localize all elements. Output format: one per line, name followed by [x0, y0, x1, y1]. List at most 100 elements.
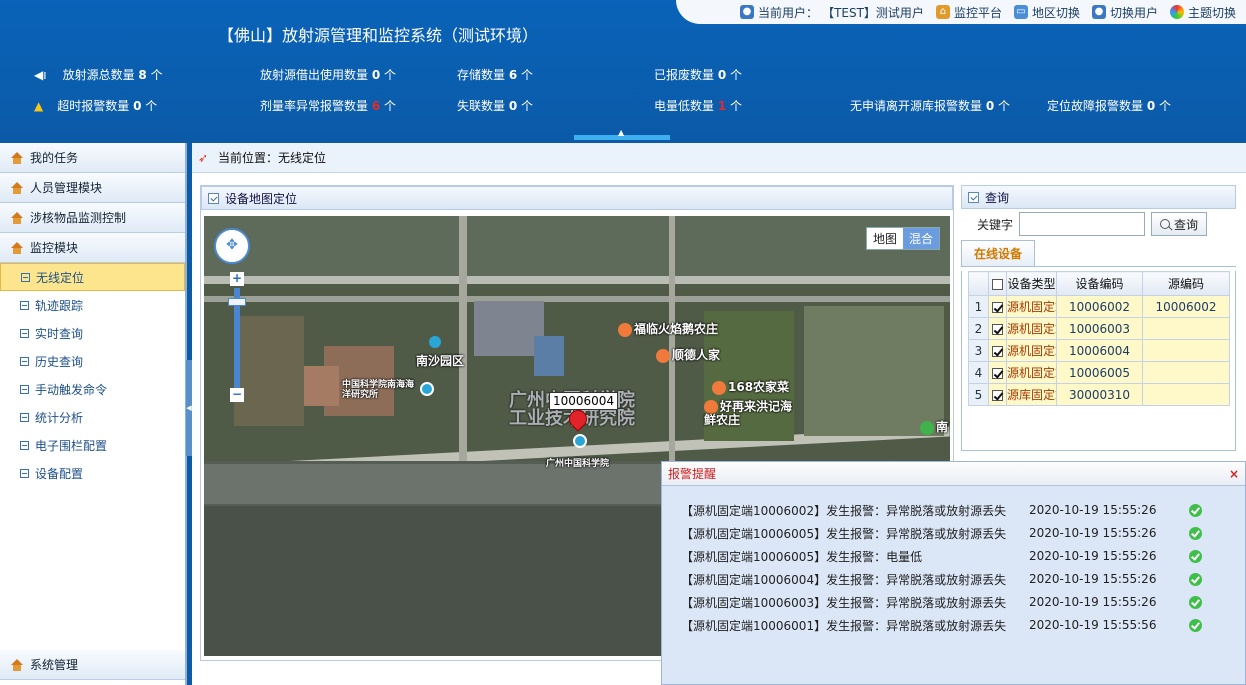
- col-index: [968, 271, 989, 296]
- collapse-icon: [20, 356, 29, 366]
- map-pin-icon: [573, 434, 587, 448]
- alarm-item: 【源机固定端10006005】发生报警：异常脱落或放射源丢失 2020-10-19…: [681, 523, 1226, 543]
- pan-control[interactable]: ✥: [214, 228, 250, 264]
- sidebar-item-manual-command[interactable]: 手动触发命令: [0, 375, 185, 403]
- table-row[interactable]: 1源机固定端1000600210006002: [968, 295, 1230, 318]
- map-type-hybrid[interactable]: 混合: [903, 228, 940, 249]
- home-icon: [10, 181, 24, 194]
- alarm-item: 【源机固定端10006004】发生报警：异常脱落或放射源丢失 2020-10-19…: [681, 569, 1226, 589]
- table-row[interactable]: 5源库固定端30000310: [968, 383, 1230, 406]
- map-poi-cas: 广州中国科学院: [546, 459, 610, 469]
- device-tabs: 在线设备: [961, 239, 1236, 267]
- table-row[interactable]: 2源机固定端10006003: [968, 317, 1230, 340]
- header-bar: ● 当前用户： 【TEST】测试用户 ⌂ 监控平台 ▭ 地区切换 ● 切换用户 主题切换 …: [0, 0, 1246, 140]
- home-icon: [10, 658, 24, 671]
- row-checkbox[interactable]: [992, 301, 1003, 313]
- device-marker-label: 10006004: [549, 392, 619, 410]
- stat-lost-contact: 失联数量 0 个: [457, 99, 534, 113]
- sidebar-group-my-tasks[interactable]: 我的任务: [0, 143, 185, 173]
- col-device-code[interactable]: 设备编码: [1056, 271, 1143, 296]
- restaurant-icon: [656, 348, 670, 363]
- switch-user-link[interactable]: ● 切换用户: [1091, 4, 1158, 21]
- collapse-icon: [20, 384, 29, 394]
- stat-scrapped: 已报废数量 0 个: [654, 68, 743, 82]
- col-device-type[interactable]: 设备类型: [1006, 271, 1057, 296]
- map-type-map[interactable]: 地图: [867, 228, 903, 249]
- stat-low-battery: 电量低数量 1 个: [654, 99, 743, 113]
- tab-online-devices[interactable]: 在线设备: [961, 240, 1036, 266]
- map-poi-haozailai: 好再来洪记海鲜农庄: [704, 399, 793, 427]
- restaurant-icon: [618, 322, 632, 337]
- check-circle-icon[interactable]: [1189, 619, 1202, 632]
- monitor-platform-link[interactable]: ⌂ 监控平台: [935, 4, 1002, 21]
- search-button[interactable]: 查询: [1151, 212, 1208, 236]
- sidebar-item-geofence-config[interactable]: 电子围栏配置: [0, 431, 185, 459]
- keyword-input[interactable]: [1019, 212, 1146, 236]
- zoom-in-button[interactable]: +: [230, 272, 244, 286]
- breadcrumb: ➶ 当前位置：无线定位: [192, 143, 1246, 173]
- warning-icon: ▲: [34, 99, 44, 113]
- table-row[interactable]: 4源机固定端10006005: [968, 361, 1230, 384]
- sidebar-item-device-config[interactable]: 设备配置: [0, 459, 185, 487]
- check-circle-icon[interactable]: [1189, 596, 1202, 609]
- keyword-label: 关键字: [977, 217, 1014, 232]
- row-checkbox[interactable]: [992, 389, 1003, 401]
- home-icon: [10, 241, 24, 254]
- app-title: 【佛山】放射源管理和监控系统（测试环境）: [218, 26, 539, 45]
- stat-total-sources: ◀ı 放射源总数量 8 个: [34, 68, 163, 82]
- sidebar-item-realtime-query[interactable]: 实时查询: [0, 319, 185, 347]
- stat-lent-sources: 放射源借出使用数量 0 个: [260, 68, 397, 82]
- current-user: ● 当前用户： 【TEST】测试用户: [740, 4, 924, 21]
- alarm-item: 【源机固定端10006003】发生报警：异常脱落或放射源丢失 2020-10-19…: [681, 592, 1226, 612]
- col-select-all[interactable]: [988, 271, 1007, 296]
- collapse-toggle-icon[interactable]: [968, 191, 979, 203]
- sidebar-group-personnel[interactable]: 人员管理模块: [0, 173, 185, 203]
- region-switch-link[interactable]: ▭ 地区切换: [1013, 4, 1080, 21]
- sidebar-group-monitoring[interactable]: 监控模块: [0, 233, 185, 263]
- map-pin-icon: [420, 382, 434, 396]
- collapse-icon: [20, 440, 29, 450]
- map-poi-nansha: 南沙园区: [416, 354, 465, 368]
- zoom-out-button[interactable]: −: [230, 388, 244, 402]
- check-circle-icon[interactable]: [1189, 527, 1202, 540]
- row-checkbox[interactable]: [992, 323, 1003, 335]
- chevron-left-icon: ◀: [186, 404, 192, 412]
- alarm-header: 报警提醒 ×: [662, 462, 1245, 486]
- map-poi-park: [429, 334, 443, 348]
- alarm-item: 【源机固定端10006005】发生报警：电量低 2020-10-19 15:55:…: [681, 546, 1226, 566]
- stat-timeout-alarms: ▲ 超时报警数量 0 个: [34, 99, 158, 113]
- sidebar-item-statistics[interactable]: 统计分析: [0, 403, 185, 431]
- row-checkbox[interactable]: [992, 345, 1003, 357]
- home-icon: ⌂: [935, 5, 950, 19]
- close-icon[interactable]: ×: [1229, 467, 1239, 481]
- sidebar-item-history-query[interactable]: 历史查询: [0, 347, 185, 375]
- header-collapse-handle[interactable]: ▲: [574, 128, 670, 140]
- table-row[interactable]: 3源机固定端10006004: [968, 339, 1230, 362]
- zoom-slider-thumb[interactable]: [228, 298, 246, 306]
- color-wheel-icon: [1169, 5, 1184, 19]
- sidebar-group-system-management[interactable]: 系统管理: [0, 650, 185, 680]
- col-source-code[interactable]: 源编码: [1142, 271, 1230, 296]
- query-panel-header: 查询: [961, 185, 1236, 209]
- map-type-switcher: 地图 混合: [866, 227, 941, 250]
- row-checkbox[interactable]: [992, 367, 1003, 379]
- check-circle-icon[interactable]: [1189, 504, 1202, 517]
- map-poi-168: 168农家菜: [712, 378, 789, 395]
- collapse-icon: [21, 272, 30, 282]
- theme-switch-link[interactable]: 主题切换: [1169, 4, 1236, 21]
- top-user-bar: ● 当前用户： 【TEST】测试用户 ⌂ 监控平台 ▭ 地区切换 ● 切换用户 主题切换: [676, 0, 1246, 24]
- sidebar-item-track[interactable]: 轨迹跟踪: [0, 291, 185, 319]
- user-icon: ●: [740, 5, 755, 19]
- select-all-checkbox[interactable]: [992, 278, 1003, 290]
- monitor-icon: ▭: [1013, 5, 1028, 19]
- stat-stored: 存储数量 6 个: [457, 68, 534, 82]
- collapse-toggle-icon[interactable]: [208, 192, 219, 204]
- sidebar-group-nuclear-monitoring[interactable]: 涉核物品监测控制: [0, 203, 185, 233]
- speaker-icon: ◀ı: [34, 68, 47, 82]
- check-circle-icon[interactable]: [1189, 573, 1202, 586]
- sidebar-item-wireless-location[interactable]: 无线定位: [0, 263, 185, 291]
- check-circle-icon[interactable]: [1189, 550, 1202, 563]
- map-poi-ocean-institute: 中国科学院南海海洋研究所: [342, 380, 415, 400]
- collapse-icon: [20, 328, 29, 338]
- stat-location-fault: 定位故障报警数量 0 个: [1047, 99, 1172, 113]
